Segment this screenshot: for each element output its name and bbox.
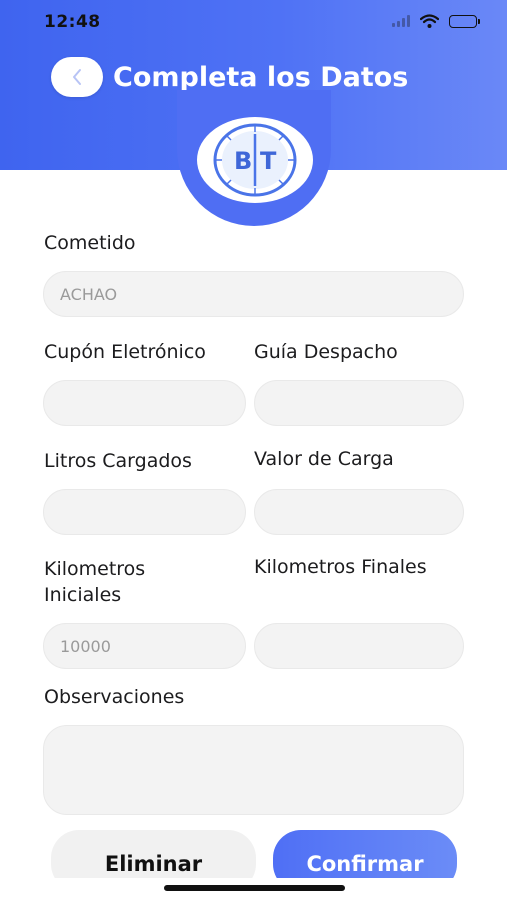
- back-button[interactable]: [51, 57, 103, 97]
- logo-letter-right: T: [260, 147, 277, 175]
- status-bar: 12:48: [0, 0, 507, 46]
- logo-icon: B T: [213, 123, 297, 197]
- home-indicator: [164, 885, 345, 891]
- km-iniciales-label-line2: Iniciales: [44, 584, 122, 606]
- logo-letter-left: B: [234, 147, 252, 175]
- status-icons: [392, 14, 480, 28]
- chevron-left-icon: [73, 69, 81, 85]
- cupon-label: Cupón Eletrónico: [44, 341, 206, 363]
- km-finales-label: Kilometros Finales: [254, 556, 427, 578]
- litros-label: Litros Cargados: [44, 450, 192, 472]
- valor-label: Valor de Carga: [254, 448, 394, 470]
- cometido-label: Cometido: [44, 232, 136, 254]
- guia-label: Guía Despacho: [254, 341, 398, 363]
- valor-field[interactable]: [254, 489, 464, 535]
- status-time: 12:48: [44, 12, 101, 32]
- km-iniciales-label-line1: Kilometros: [44, 558, 146, 580]
- litros-field[interactable]: [43, 489, 246, 535]
- observaciones-label: Observaciones: [44, 686, 185, 708]
- guia-field[interactable]: [254, 380, 464, 426]
- cellular-signal-icon: [392, 15, 410, 27]
- km-iniciales-field[interactable]: [43, 623, 246, 669]
- page-title: Completa los Datos: [113, 62, 409, 93]
- wifi-icon: [420, 14, 439, 28]
- cometido-field[interactable]: [43, 271, 464, 317]
- battery-icon: [449, 14, 480, 28]
- cupon-field[interactable]: [43, 380, 246, 426]
- observaciones-field[interactable]: [43, 725, 464, 815]
- km-finales-field[interactable]: [254, 623, 464, 669]
